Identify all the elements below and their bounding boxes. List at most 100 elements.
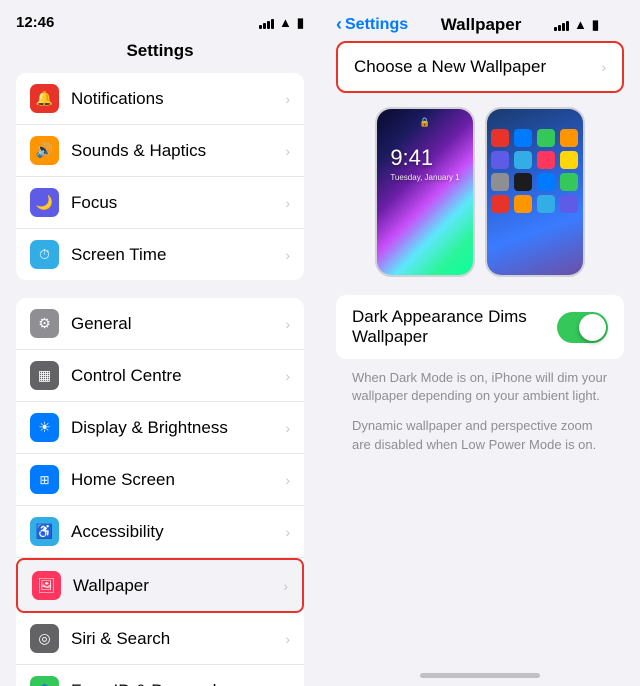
sidebar-item-accessibility[interactable]: ♿ Accessibility ›: [16, 506, 304, 558]
dark-appearance-section: Dark Appearance Dims Wallpaper: [336, 295, 624, 359]
controlcentre-icon: ▦: [30, 361, 59, 390]
chevron-icon: ›: [285, 631, 290, 647]
homescreen-icon: ⊞: [30, 465, 59, 494]
app-dot-7: [537, 151, 555, 169]
chevron-icon: ›: [285, 195, 290, 211]
lock-screen-preview[interactable]: 🔒 9:41 Tuesday, January 1: [375, 107, 475, 277]
sidebar-item-sounds[interactable]: 🔊 Sounds & Haptics ›: [16, 125, 304, 177]
app-dot-9: [491, 173, 509, 191]
chevron-icon: ›: [285, 420, 290, 436]
sounds-icon: 🔊: [30, 136, 59, 165]
sidebar-item-faceid[interactable]: 👤 Face ID & Passcode ›: [16, 665, 304, 686]
app-dot-3: [537, 129, 555, 147]
sidebar-item-controlcentre[interactable]: ▦ Control Centre ›: [16, 350, 304, 402]
choose-wallpaper-button[interactable]: Choose a New Wallpaper ›: [338, 43, 622, 91]
chevron-icon: ›: [285, 247, 290, 263]
choose-wallpaper-section: Choose a New Wallpaper ›: [336, 41, 624, 93]
chevron-icon: ›: [285, 472, 290, 488]
dark-appearance-label: Dark Appearance Dims Wallpaper: [352, 307, 557, 347]
home-indicator: [420, 673, 540, 678]
faceid-icon: 👤: [30, 676, 59, 686]
chevron-icon: ›: [285, 143, 290, 159]
chevron-icon: ›: [285, 368, 290, 384]
toggle-knob: [579, 314, 606, 341]
app-dot-1: [491, 129, 509, 147]
right-status-bar: ‹ Settings Wallpaper ▲ ▮: [320, 0, 640, 41]
back-label: Settings: [345, 16, 408, 34]
chevron-icon: ›: [285, 683, 290, 686]
wallpaper-label: Wallpaper: [73, 576, 277, 596]
left-page-title: Settings: [0, 37, 320, 73]
settings-list: 🔔 Notifications › 🔊 Sounds & Haptics › 🌙…: [0, 73, 320, 686]
home-screen-bg: [487, 109, 583, 275]
sidebar-item-displaybrightness[interactable]: ☀ Display & Brightness ›: [16, 402, 304, 454]
lock-date: Tuesday, January 1: [390, 173, 459, 182]
sounds-label: Sounds & Haptics: [71, 141, 279, 161]
sidebar-item-homescreen[interactable]: ⊞ Home Screen ›: [16, 454, 304, 506]
app-dot-4: [560, 129, 578, 147]
sidebar-item-siri[interactable]: ◎ Siri & Search ›: [16, 613, 304, 665]
wifi-icon: ▲: [279, 15, 292, 30]
battery-status-icon: ▮: [297, 15, 304, 31]
right-battery-icon: ▮: [592, 17, 599, 33]
left-time: 12:46: [16, 14, 54, 31]
back-chevron-icon: ‹: [336, 14, 342, 35]
homescreen-label: Home Screen: [71, 470, 279, 490]
right-content: Choose a New Wallpaper › 🔒 9:41 Tuesday,…: [320, 41, 640, 652]
chevron-icon: ›: [285, 316, 290, 332]
back-button[interactable]: ‹ Settings: [336, 14, 408, 35]
focus-label: Focus: [71, 193, 279, 213]
right-bottom-bar: [320, 652, 640, 686]
siri-icon: ◎: [30, 624, 59, 653]
chevron-icon: ›: [285, 91, 290, 107]
chevron-icon: ›: [285, 524, 290, 540]
app-dot-10: [514, 173, 532, 191]
screentime-icon: ⏱: [30, 240, 59, 269]
wallpaper-preview: 🔒 9:41 Tuesday, January 1: [336, 107, 624, 277]
home-screen-preview[interactable]: [485, 107, 585, 277]
siri-label: Siri & Search: [71, 629, 279, 649]
settings-group-1: 🔔 Notifications › 🔊 Sounds & Haptics › 🌙…: [16, 73, 304, 280]
dark-appearance-toggle[interactable]: [557, 312, 608, 343]
displaybrightness-label: Display & Brightness: [71, 418, 279, 438]
app-dot-14: [514, 195, 532, 213]
left-status-icons: ▲ ▮: [259, 15, 304, 31]
settings-group-2: ⚙ General › ▦ Control Centre › ☀ Display…: [16, 298, 304, 686]
sidebar-item-focus[interactable]: 🌙 Focus ›: [16, 177, 304, 229]
right-panel: ‹ Settings Wallpaper ▲ ▮ Choose a New Wa…: [320, 0, 640, 686]
app-dot-5: [491, 151, 509, 169]
chevron-icon: ›: [283, 578, 288, 594]
lock-time: 9:41: [390, 145, 459, 171]
sidebar-item-screentime[interactable]: ⏱ Screen Time ›: [16, 229, 304, 280]
right-signal-icon: [554, 19, 569, 31]
choose-wallpaper-chevron-icon: ›: [601, 59, 606, 75]
sidebar-item-general[interactable]: ⚙ General ›: [16, 298, 304, 350]
lock-screen-bg: 🔒 9:41 Tuesday, January 1: [377, 109, 473, 275]
general-icon: ⚙: [30, 309, 59, 338]
notifications-label: Notifications: [71, 89, 279, 109]
sidebar-item-notifications[interactable]: 🔔 Notifications ›: [16, 73, 304, 125]
dark-appearance-toggle-row: Dark Appearance Dims Wallpaper: [336, 295, 624, 359]
accessibility-icon: ♿: [30, 517, 59, 546]
dark-appearance-info: When Dark Mode is on, iPhone will dim yo…: [336, 369, 624, 417]
app-dot-6: [514, 151, 532, 169]
app-dot-13: [491, 195, 509, 213]
lock-icon: 🔒: [419, 117, 430, 128]
controlcentre-label: Control Centre: [71, 366, 279, 386]
app-dot-2: [514, 129, 532, 147]
accessibility-label: Accessibility: [71, 522, 279, 542]
left-status-bar: 12:46 ▲ ▮: [0, 0, 320, 37]
sidebar-item-wallpaper[interactable]: 🖼 Wallpaper ›: [16, 558, 304, 613]
app-dot-11: [537, 173, 555, 191]
left-panel: 12:46 ▲ ▮ Settings 🔔 Notifications ›: [0, 0, 320, 686]
right-page-title: Wallpaper: [441, 15, 522, 35]
general-label: General: [71, 314, 279, 334]
signal-icon: [259, 17, 274, 29]
low-power-info: Dynamic wallpaper and perspective zoom a…: [336, 417, 624, 465]
app-dot-12: [560, 173, 578, 191]
displaybrightness-icon: ☀: [30, 413, 59, 442]
right-wifi-icon: ▲: [574, 17, 587, 32]
app-dot-15: [537, 195, 555, 213]
app-dot-16: [560, 195, 578, 213]
screentime-label: Screen Time: [71, 245, 279, 265]
